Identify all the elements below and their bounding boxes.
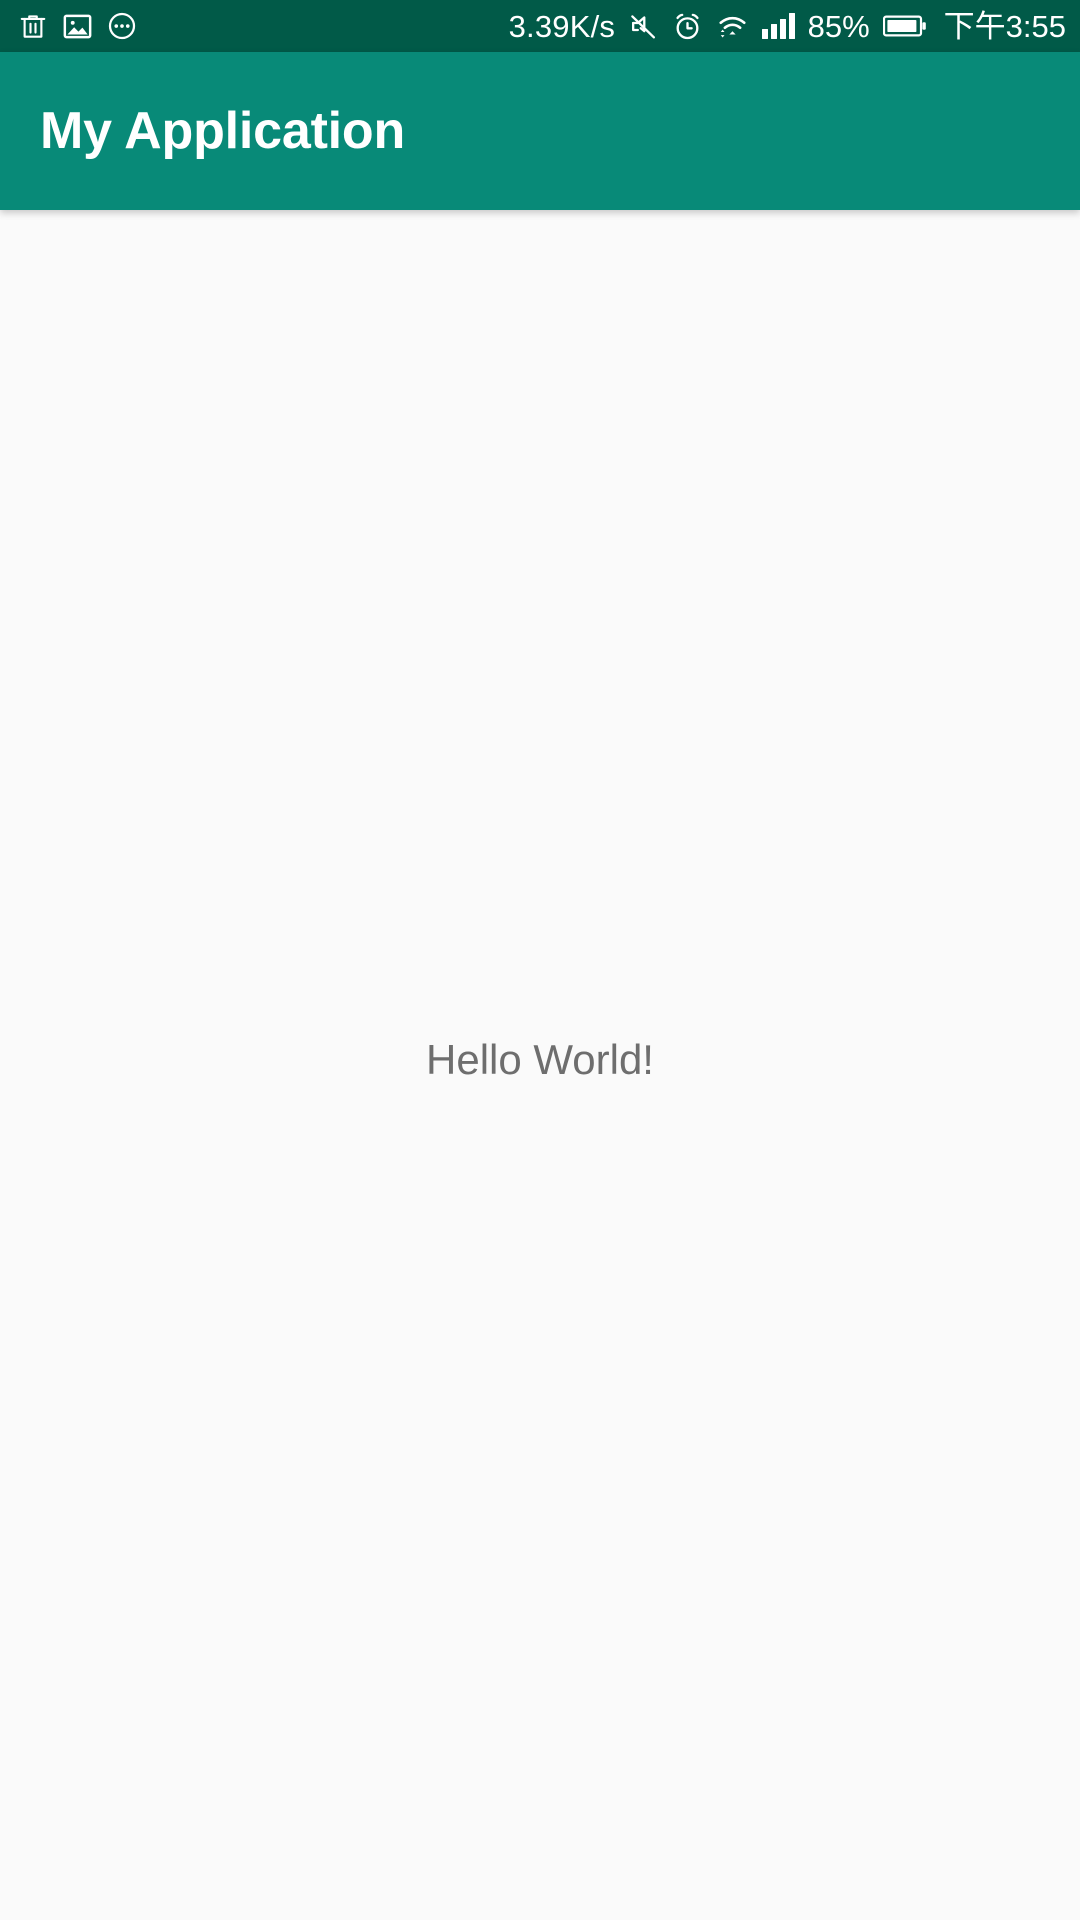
battery-icon (882, 13, 927, 39)
main-content: Hello World! (0, 210, 1080, 1920)
mute-icon (628, 11, 659, 42)
app-bar: My Application (0, 52, 1080, 210)
wifi-icon (716, 11, 749, 41)
image-icon (62, 11, 93, 42)
status-bar-right-group: 3.39K/s 85% 下午3:55 (509, 11, 1066, 42)
trash-icon (18, 10, 48, 42)
network-speed-text: 3.39K/s (508, 8, 616, 44)
status-bar: 3.39K/s 85% 下午3:55 (0, 0, 1080, 52)
cellular-signal-icon (762, 13, 795, 39)
more-options-icon (107, 11, 137, 41)
battery-percent-text: 85% (807, 8, 870, 44)
status-bar-left-group (18, 10, 137, 42)
clock-text: 下午3:55 (943, 8, 1066, 44)
app-title: My Application (40, 102, 406, 160)
hello-world-text: Hello World! (426, 1036, 654, 1083)
alarm-clock-icon (672, 11, 703, 42)
